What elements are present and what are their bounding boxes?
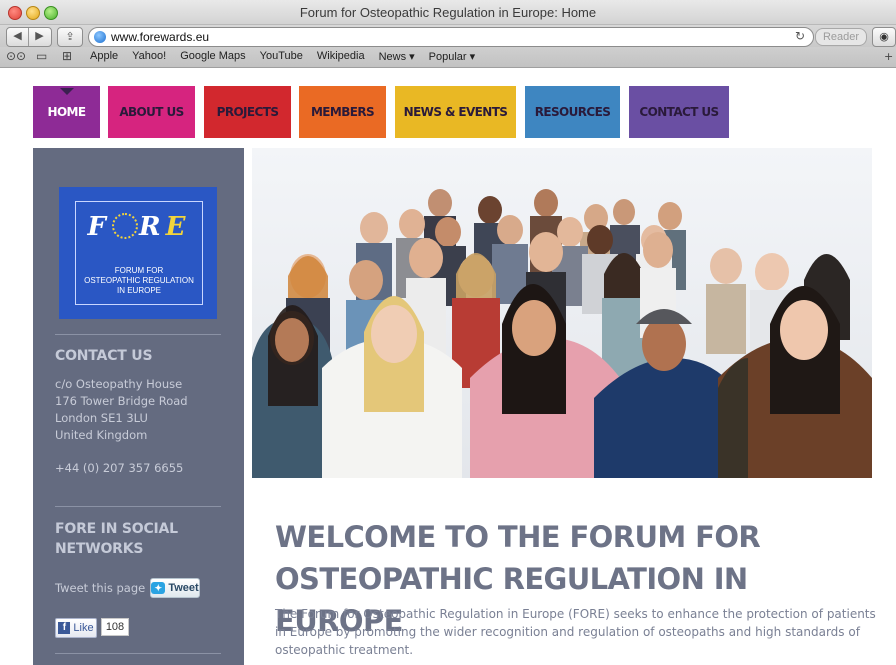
history-buttons: ◀ ▶ — [6, 27, 52, 47]
reload-icon[interactable]: ↻ — [795, 29, 805, 43]
welcome-line: WELCOME TO THE FORUM FOR — [275, 520, 761, 554]
nav-news-events[interactable]: NEWS & EVENTS — [395, 86, 516, 138]
intro-paragraph: The Forum for Osteopathic Regulation in … — [275, 607, 876, 657]
contact-heading: CONTACT US — [55, 348, 153, 364]
sidebar-like-anchor: f Like 108 — [33, 68, 244, 638]
nav-label: HOME — [47, 105, 87, 119]
address-line: United Kingdom — [55, 428, 148, 442]
forward-button[interactable]: ▶ — [29, 29, 50, 42]
bookmark-item[interactable]: Yahoo! — [132, 50, 166, 63]
hero-group-photo — [252, 148, 872, 478]
nav-members[interactable]: MEMBERS — [299, 86, 386, 138]
active-caret-icon — [59, 88, 74, 95]
nav-label: CONTACT US — [639, 105, 719, 119]
fore-logo[interactable]: F RE FORUM FOR OSTEOPATHIC REGULATION IN … — [59, 187, 217, 319]
logo-wordmark: F RE — [87, 212, 191, 242]
tweet-button[interactable]: ✦ Tweet — [150, 578, 200, 598]
bookmark-item[interactable]: Google Maps — [180, 50, 245, 63]
address-bar[interactable]: www.forewards.eu ↻ — [88, 27, 814, 47]
bookmarks-book-icon[interactable]: ▭ — [36, 49, 47, 63]
social-heading: NETWORKS — [55, 541, 144, 557]
nav-label: NEWS & EVENTS — [403, 105, 508, 119]
group-photo-illustration — [252, 148, 872, 478]
nav-resources[interactable]: RESOURCES — [525, 86, 620, 138]
browser-toolbar: ◀ ▶ ⇪ www.forewards.eu ↻ Reader ◉ — [0, 25, 896, 47]
nav-home[interactable]: HOME — [33, 86, 100, 138]
nav-label: MEMBERS — [310, 105, 375, 119]
bookmark-item[interactable]: Wikipedia — [317, 50, 365, 63]
twitter-bird-icon: ✦ — [151, 582, 166, 594]
window-title: Forum for Osteopathic Regulation in Euro… — [299, 5, 597, 20]
tweet-label: Tweet this page — [55, 581, 146, 595]
circle-icon: ◉ — [879, 30, 889, 43]
nav-label: PROJECTS — [216, 105, 279, 119]
add-bookmark-icon[interactable]: + — [884, 50, 893, 63]
downloads-button[interactable]: ◉ — [872, 27, 896, 47]
globe-icon — [94, 31, 106, 43]
address-line: London SE1 3LU — [55, 411, 148, 425]
sidebar: F RE FORUM FOR OSTEOPATHIC REGULATION IN … — [33, 148, 244, 665]
url-text[interactable]: www.forewards.eu — [111, 30, 209, 44]
bookmark-item[interactable]: Apple — [90, 50, 118, 63]
nav-projects[interactable]: PROJECTS — [204, 86, 291, 138]
bookmark-item[interactable]: YouTube — [260, 50, 303, 63]
bookmark-list: Apple Yahoo! Google Maps YouTube Wikiped… — [90, 50, 475, 63]
share-button[interactable]: ⇪ — [57, 27, 83, 47]
address-line: c/o Osteopathy House — [55, 377, 183, 391]
divider — [55, 334, 221, 335]
tweet-button-label: Tweet — [168, 582, 199, 594]
bookmark-folder-news[interactable]: News ▾ — [379, 50, 415, 63]
reader-button[interactable]: Reader — [815, 28, 867, 46]
social-heading: FORE IN SOCIAL — [55, 521, 178, 537]
eu-stars-icon — [112, 213, 139, 239]
divider — [55, 506, 221, 507]
divider — [55, 653, 221, 654]
nav-label: ABOUT US — [119, 105, 184, 119]
phone-number: +44 (0) 207 357 6655 — [55, 461, 184, 475]
facebook-icon: f — [58, 622, 71, 634]
facebook-like-button[interactable]: f Like — [55, 618, 97, 638]
logo-frame: F RE FORUM FOR OSTEOPATHIC REGULATION IN … — [75, 201, 203, 305]
back-button[interactable]: ◀ — [7, 29, 28, 42]
reading-list-icon[interactable]: ⊙⊙ — [6, 49, 26, 63]
bookmarks-bar: ⊙⊙ ▭ ⊞ Apple Yahoo! Google Maps YouTube … — [0, 47, 896, 68]
bookmark-folder-popular[interactable]: Popular ▾ — [429, 50, 476, 63]
window-titlebar: Forum for Osteopathic Regulation in Euro… — [0, 0, 896, 25]
share-icon: ⇪ — [65, 30, 75, 43]
nav-about-us[interactable]: ABOUT US — [108, 86, 195, 138]
web-page: HOME ABOUT US PROJECTS MEMBERS NEWS & EV… — [0, 68, 896, 665]
top-sites-grid-icon[interactable]: ⊞ — [62, 49, 72, 63]
nav-contact-us[interactable]: CONTACT US — [629, 86, 729, 138]
logo-subtitle: FORUM FOR OSTEOPATHIC REGULATION IN EURO… — [84, 266, 194, 295]
like-count: 108 — [101, 618, 129, 636]
address-line: 176 Tower Bridge Road — [55, 394, 188, 408]
like-button-label: Like — [73, 622, 94, 634]
nav-label: RESOURCES — [534, 105, 611, 119]
